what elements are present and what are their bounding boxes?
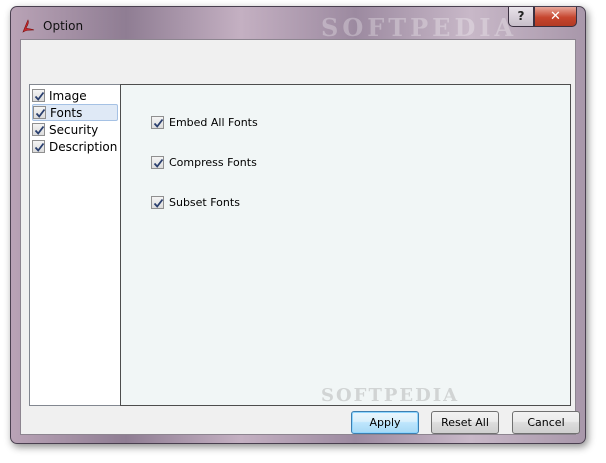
tree-item-label: Image [49, 88, 87, 103]
check-icon [34, 125, 45, 135]
tree-item-security[interactable]: Security [32, 121, 118, 138]
compress-fonts-checkbox[interactable] [151, 156, 164, 169]
fonts-options-panel: Embed All Fonts Compress Fonts Subset Fo… [120, 84, 571, 406]
embed-all-fonts-option[interactable]: Embed All Fonts [151, 116, 258, 129]
option-dialog: Option SOFTPEDIA ? ✕ Image Fonts Securit… [10, 6, 586, 444]
subset-fonts-checkbox[interactable] [151, 196, 164, 209]
check-icon [153, 198, 164, 208]
close-icon: ✕ [550, 9, 561, 24]
tree-item-label: Description [49, 139, 118, 154]
tree-item-label: Fonts [50, 105, 83, 120]
check-icon [34, 142, 45, 152]
subset-fonts-label: Subset Fonts [169, 196, 240, 209]
cancel-button[interactable]: Cancel [512, 411, 580, 434]
watermark-title: SOFTPEDIA [321, 13, 518, 42]
compress-fonts-option[interactable]: Compress Fonts [151, 156, 257, 169]
tree-checkbox-security[interactable] [32, 123, 45, 136]
subset-fonts-option[interactable]: Subset Fonts [151, 196, 240, 209]
compress-fonts-label: Compress Fonts [169, 156, 257, 169]
apply-button[interactable]: Apply [351, 411, 419, 434]
help-button[interactable]: ? [508, 7, 534, 27]
check-icon [34, 91, 45, 101]
reset-all-button[interactable]: Reset All [431, 411, 499, 434]
close-button[interactable]: ✕ [534, 7, 577, 27]
tree-item-description[interactable]: Description [32, 138, 118, 155]
dialog-client-area: Image Fonts Security Description Embed A… [20, 39, 580, 435]
title-bar[interactable]: Option SOFTPEDIA ? ✕ [11, 7, 585, 42]
tree-checkbox-fonts[interactable] [33, 106, 46, 119]
option-category-tree: Image Fonts Security Description [29, 84, 121, 406]
help-icon: ? [517, 9, 525, 23]
pdf-app-icon [20, 18, 36, 34]
tree-checkbox-description[interactable] [32, 140, 45, 153]
watermark-bottom: SOFTPEDIA [321, 385, 460, 406]
window-title: Option [43, 19, 84, 33]
tree-item-fonts[interactable]: Fonts [32, 104, 118, 121]
check-icon [35, 108, 46, 118]
embed-all-fonts-checkbox[interactable] [151, 116, 164, 129]
embed-all-fonts-label: Embed All Fonts [169, 116, 258, 129]
check-icon [153, 158, 164, 168]
tree-item-label: Security [49, 122, 99, 137]
check-icon [153, 118, 164, 128]
tree-checkbox-image[interactable] [32, 89, 45, 102]
tree-item-image[interactable]: Image [32, 87, 118, 104]
